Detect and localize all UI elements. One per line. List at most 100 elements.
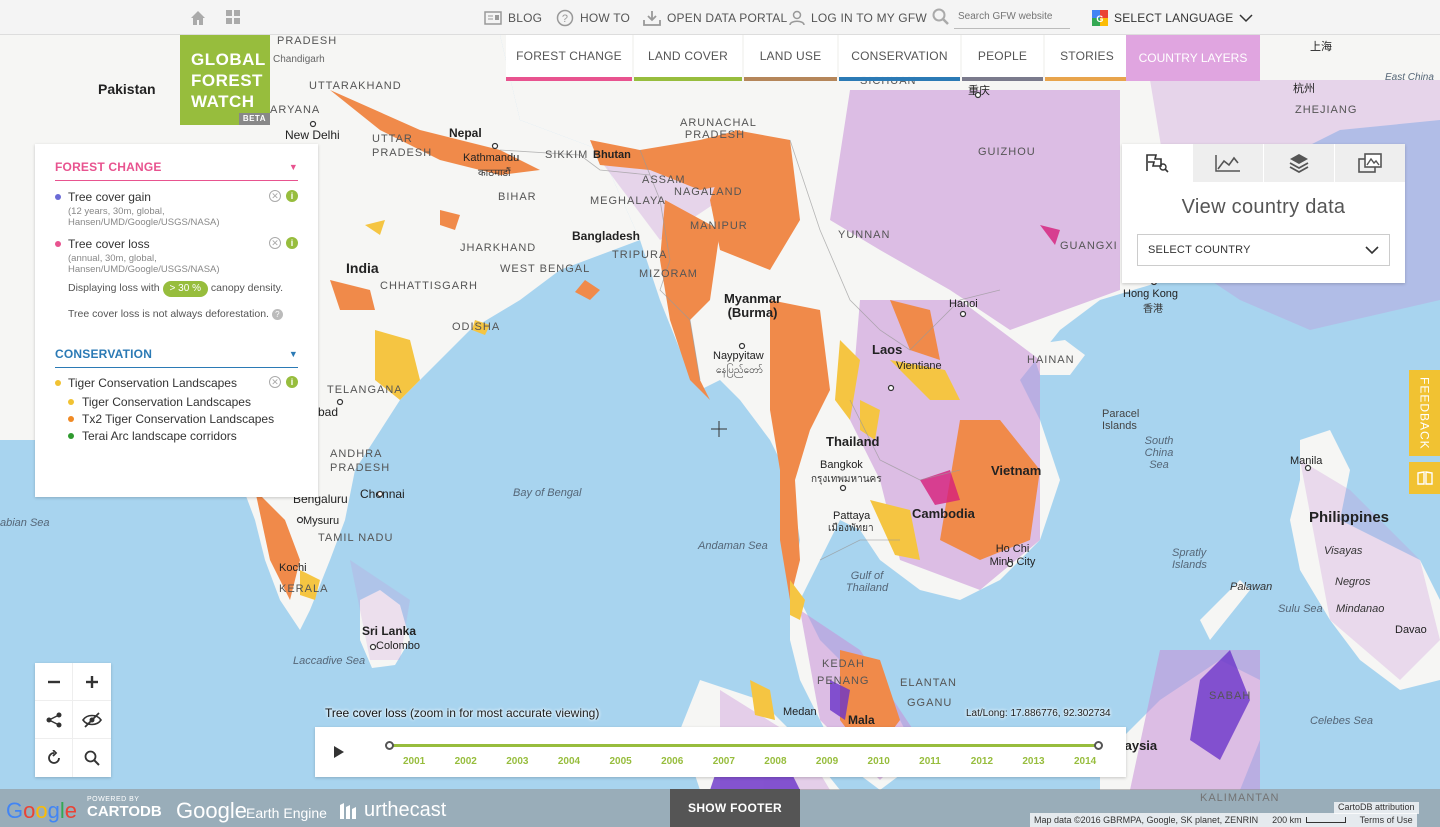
- language-select[interactable]: G SELECT LANGUAGE: [1092, 0, 1254, 35]
- timeline-year[interactable]: 2005: [609, 756, 631, 767]
- search-input[interactable]: [954, 5, 1070, 29]
- top-bar: BLOG ? HOW TO OPEN DATA PORTAL LOG IN TO…: [0, 0, 1440, 35]
- info-loss-icon[interactable]: i: [286, 237, 298, 249]
- timeline-year[interactable]: 2014: [1074, 756, 1096, 767]
- select-country-dropdown[interactable]: SELECT COUNTRY: [1137, 234, 1390, 266]
- apps-grid-icon[interactable]: [225, 9, 243, 27]
- timeline-year[interactable]: 2013: [1022, 756, 1044, 767]
- forest-change-section-header[interactable]: FOREST CHANGE ▼: [55, 160, 298, 181]
- open-data-link[interactable]: OPEN DATA PORTAL: [643, 0, 787, 35]
- language-label: SELECT LANGUAGE: [1114, 10, 1234, 25]
- blog-label: BLOG: [508, 10, 543, 25]
- timeline-start-handle[interactable]: [385, 741, 394, 750]
- tab-analysis[interactable]: [1192, 144, 1263, 182]
- main-nav: FOREST CHANGE LAND COVER LAND USE CONSER…: [506, 35, 1129, 81]
- timeline-track[interactable]: [385, 741, 1103, 750]
- basemap-icon: [1358, 153, 1382, 173]
- minus-icon: [47, 680, 60, 683]
- share-icon: [46, 712, 61, 727]
- map-controls: [35, 663, 111, 777]
- nav-land-use[interactable]: LAND USE: [744, 35, 837, 81]
- earth-engine-logo: Earth Engine: [246, 805, 327, 821]
- timeline-year[interactable]: 2007: [713, 756, 735, 767]
- search-icon: [84, 750, 100, 766]
- timeline-year[interactable]: 2009: [816, 756, 838, 767]
- play-button[interactable]: [333, 745, 345, 764]
- gain-meta2: Hansen/UMD/Google/USGS/NASA): [68, 217, 220, 228]
- gain-name: Tree cover gain: [68, 190, 151, 204]
- tab-layers[interactable]: [1263, 144, 1334, 182]
- nav-people[interactable]: PEOPLE: [962, 35, 1043, 81]
- map-search-button[interactable]: [73, 739, 111, 777]
- timeline-year[interactable]: 2002: [455, 756, 477, 767]
- nav-conservation[interactable]: CONSERVATION: [839, 35, 960, 81]
- tab-basemaps[interactable]: [1334, 144, 1405, 182]
- google-logo: Google: [6, 798, 78, 823]
- logo-line2: FOREST: [191, 71, 263, 90]
- timeline-year[interactable]: 2001: [403, 756, 425, 767]
- nav-country-layers[interactable]: COUNTRY LAYERS: [1126, 35, 1260, 81]
- map-attribution: Map data ©2016 GBRMPA, Google, SK planet…: [1030, 813, 1417, 827]
- info-gain-icon[interactable]: i: [286, 190, 298, 202]
- guide-book-button[interactable]: [1409, 462, 1440, 494]
- remove-tcl-icon[interactable]: ✕: [269, 376, 281, 388]
- timeline-year[interactable]: 2004: [558, 756, 580, 767]
- play-icon: [334, 746, 344, 758]
- layer-tree-cover-loss: Tree cover loss (annual, 30m, global, Ha…: [55, 237, 298, 275]
- home-icon[interactable]: [189, 9, 207, 27]
- timeline-year[interactable]: 2003: [506, 756, 528, 767]
- reset-button[interactable]: [35, 739, 73, 777]
- remove-loss-icon[interactable]: ✕: [269, 237, 281, 249]
- timeline-year[interactable]: 2006: [661, 756, 683, 767]
- nav-land-cover[interactable]: LAND COVER: [634, 35, 742, 81]
- land-palawan: [1200, 580, 1250, 640]
- gfw-logo[interactable]: GLOBAL FOREST WATCH BETA: [180, 35, 270, 125]
- login-link[interactable]: LOG IN TO MY GFW: [789, 0, 927, 35]
- zoom-in-button[interactable]: [73, 663, 111, 701]
- tcl-swatch: [55, 380, 61, 386]
- conservation-title: CONSERVATION: [55, 347, 153, 361]
- download-icon: [643, 10, 661, 26]
- nav-stories[interactable]: STORIES: [1045, 35, 1129, 81]
- loss-name: Tree cover loss: [68, 237, 150, 251]
- timeline-end-handle[interactable]: [1094, 741, 1103, 750]
- timeline-year[interactable]: 2011: [919, 756, 941, 767]
- google-translate-icon: G: [1092, 9, 1108, 26]
- blog-icon: [484, 10, 502, 25]
- tab-country-search[interactable]: [1122, 144, 1192, 182]
- remove-gain-icon[interactable]: ✕: [269, 190, 281, 202]
- blog-link[interactable]: BLOG: [484, 0, 542, 35]
- logo-line1: GLOBAL: [191, 50, 266, 69]
- svg-text:?: ?: [562, 13, 568, 25]
- select-country-label: SELECT COUNTRY: [1148, 244, 1251, 256]
- share-button[interactable]: [35, 701, 73, 739]
- toggle-panels-button[interactable]: [73, 701, 111, 739]
- canopy-threshold-pill[interactable]: > 30 %: [162, 281, 208, 297]
- zoom-out-button[interactable]: [35, 663, 73, 701]
- show-footer-button[interactable]: SHOW FOOTER: [670, 789, 800, 827]
- urthecast-icon: [340, 802, 356, 819]
- how-to-label: HOW TO: [580, 10, 631, 25]
- conservation-section-header[interactable]: CONSERVATION ▼: [55, 347, 298, 368]
- timeline-year[interactable]: 2010: [868, 756, 890, 767]
- timeline-year[interactable]: 2012: [971, 756, 993, 767]
- timeline: 2001 2002 2003 2004 2005 2006 2007 2008 2009 2010…: [315, 727, 1126, 777]
- user-icon: [789, 10, 805, 25]
- timeline-year[interactable]: 2008: [764, 756, 786, 767]
- terms-link[interactable]: Terms of Use: [1360, 815, 1413, 825]
- tx2-swatch: [68, 416, 74, 422]
- terai-swatch: [68, 433, 74, 439]
- question-icon[interactable]: ?: [271, 309, 283, 320]
- login-label: LOG IN TO MY GFW: [811, 10, 927, 25]
- svg-text:G: G: [1096, 14, 1103, 24]
- feedback-tab[interactable]: FEEDBACK: [1409, 370, 1440, 456]
- layers-icon: [1289, 154, 1309, 173]
- loss-swatch: [55, 241, 61, 247]
- lat-long-readout: Lat/Long: 17.886776, 92.302734: [966, 708, 1111, 719]
- layer-tree-cover-gain: Tree cover gain (12 years, 30m, global, …: [55, 190, 298, 228]
- earth-engine-google: Google: [176, 798, 247, 823]
- info-tcl-icon[interactable]: i: [286, 376, 298, 388]
- country-data-panel: View country data SELECT COUNTRY: [1122, 144, 1405, 283]
- how-to-link[interactable]: ? HOW TO: [556, 0, 630, 35]
- nav-forest-change[interactable]: FOREST CHANGE: [506, 35, 632, 81]
